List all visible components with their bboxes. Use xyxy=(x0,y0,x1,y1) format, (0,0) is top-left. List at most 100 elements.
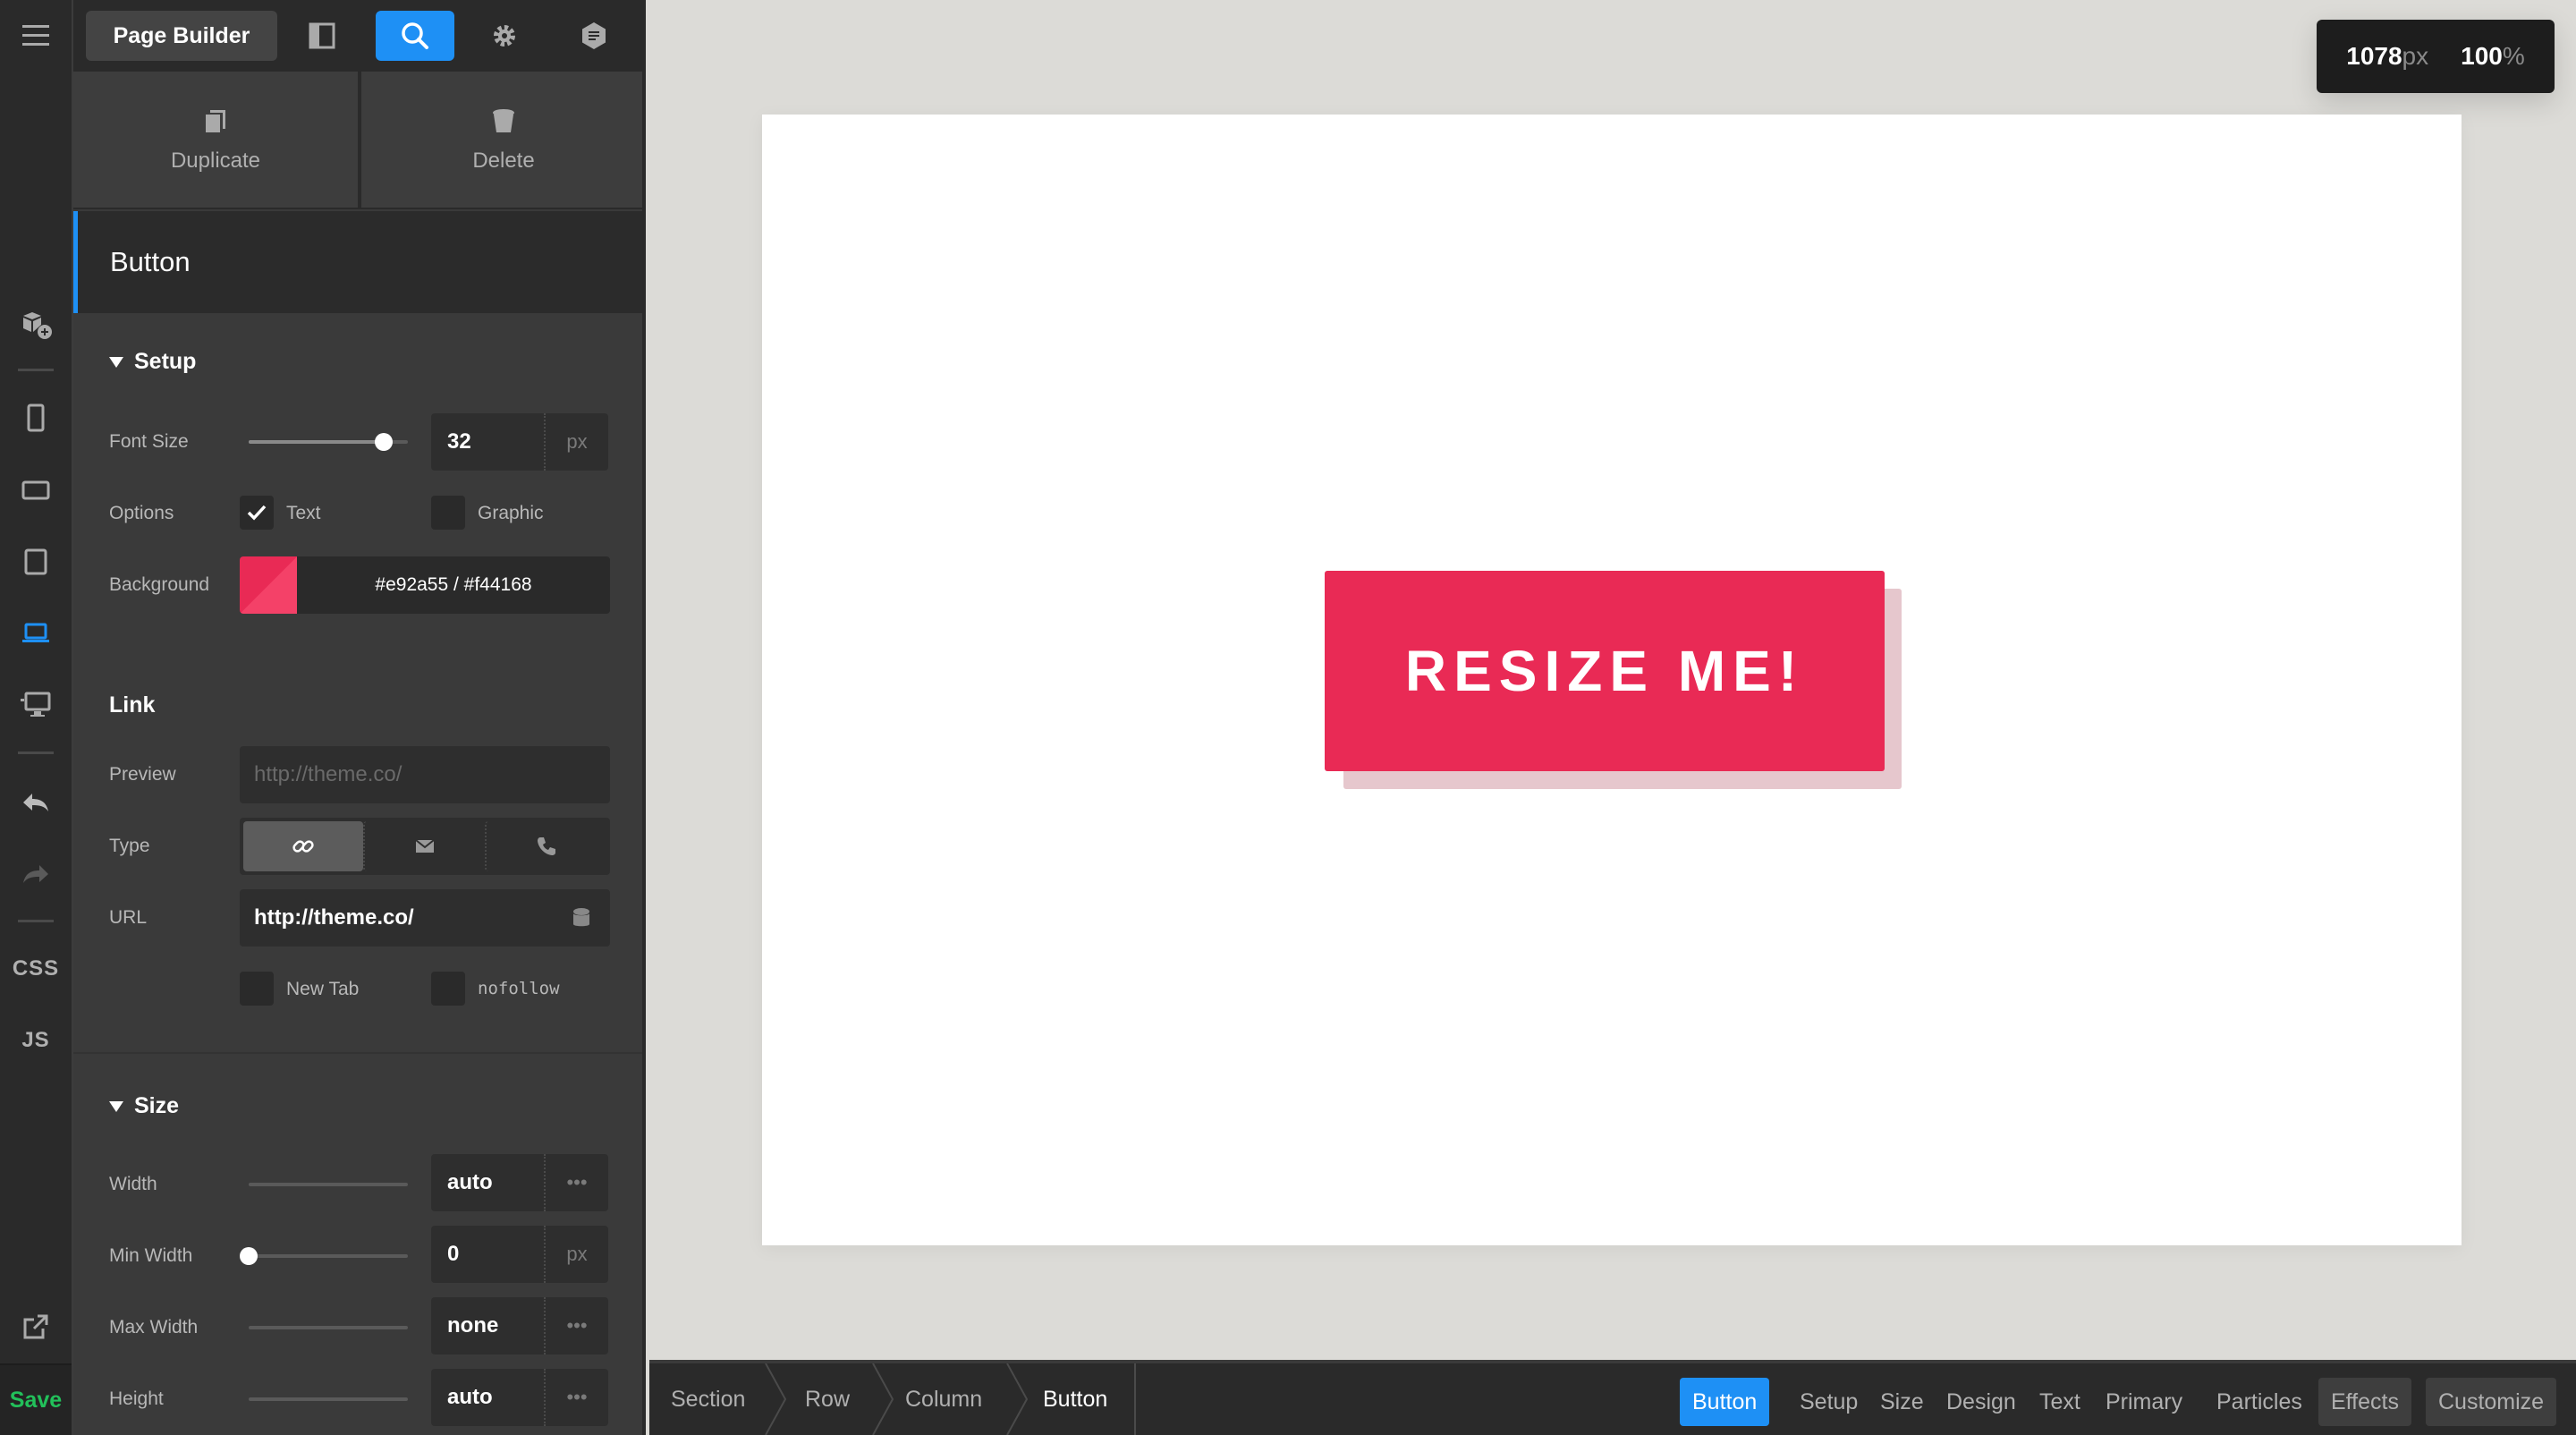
tab-design[interactable]: Design xyxy=(1934,1378,2029,1426)
breadcrumb-column[interactable]: Column xyxy=(905,1363,982,1435)
tab-size[interactable]: Size xyxy=(1868,1378,1936,1426)
max-width-more-button[interactable]: ••• xyxy=(544,1297,608,1354)
setup-section-toggle[interactable]: Setup xyxy=(109,349,196,375)
bottom-bar: Section Row Column Button Button Setup S… xyxy=(649,1360,2576,1435)
rail-divider xyxy=(18,751,54,754)
type-label: Type xyxy=(109,836,150,856)
element-title: Button xyxy=(73,211,642,313)
setup-heading: Setup xyxy=(134,349,197,374)
duplicate-label: Duplicate xyxy=(170,149,261,173)
breadcrumb-separator xyxy=(762,1363,789,1435)
viewport-width-value: 1078 xyxy=(2346,42,2402,70)
background-swatch[interactable] xyxy=(240,556,297,614)
size-section-toggle[interactable]: Size xyxy=(109,1093,179,1119)
tab-text[interactable]: Text xyxy=(2027,1378,2093,1426)
url-input[interactable]: http://theme.co/ xyxy=(240,889,610,947)
option-text-checkbox[interactable] xyxy=(240,496,274,530)
nofollow-label: nofollow xyxy=(478,979,560,998)
undo-icon[interactable] xyxy=(0,771,72,834)
breadcrumb-end-divider xyxy=(1134,1363,1136,1435)
viewport-size-badge: 1078px 100% xyxy=(2317,20,2555,93)
preview-resize-button[interactable]: RESIZE ME! xyxy=(1325,571,1885,771)
database-icon[interactable] xyxy=(569,905,594,930)
tab-setup[interactable]: Setup xyxy=(1787,1378,1870,1426)
type-phone-option[interactable] xyxy=(485,821,606,871)
background-value: #e92a55 / #f44168 xyxy=(375,574,532,595)
type-link-option[interactable] xyxy=(243,821,363,871)
width-label: Width xyxy=(109,1174,157,1194)
breadcrumb-section[interactable]: Section xyxy=(671,1363,745,1435)
page-builder-button[interactable]: Page Builder xyxy=(86,11,277,61)
max-width-slider[interactable] xyxy=(249,1326,408,1329)
redo-icon[interactable] xyxy=(0,843,72,905)
add-element-icon[interactable] xyxy=(0,292,72,354)
options-label: Options xyxy=(109,503,174,523)
js-editor-button[interactable]: JS xyxy=(0,1009,72,1072)
trash-icon xyxy=(493,109,514,132)
min-width-label: Min Width xyxy=(109,1245,193,1266)
gear-icon[interactable] xyxy=(465,11,544,61)
css-editor-button[interactable]: CSS xyxy=(0,938,72,1000)
element-actions: Duplicate Delete xyxy=(73,72,642,209)
height-more-button[interactable]: ••• xyxy=(544,1369,608,1426)
zoom-unit: % xyxy=(2502,42,2525,70)
breadcrumb-button[interactable]: Button xyxy=(1043,1363,1107,1435)
height-input[interactable]: auto ••• xyxy=(431,1369,608,1426)
height-slider[interactable] xyxy=(249,1397,408,1401)
width-more-button[interactable]: ••• xyxy=(544,1154,608,1211)
js-label: JS xyxy=(21,1028,50,1052)
zoom-value: 100 xyxy=(2461,42,2503,70)
min-width-slider-thumb[interactable] xyxy=(240,1247,258,1265)
tab-primary[interactable]: Primary xyxy=(2093,1378,2195,1426)
font-size-unit[interactable]: px xyxy=(544,413,608,471)
font-size-slider-thumb[interactable] xyxy=(375,433,394,451)
new-tab-checkbox[interactable] xyxy=(240,972,274,1006)
phone-landscape-view-icon[interactable] xyxy=(0,458,72,521)
layout-icon[interactable] xyxy=(283,11,361,61)
laptop-view-icon[interactable] xyxy=(0,601,72,664)
type-email-option[interactable] xyxy=(363,821,485,871)
checkmark-icon xyxy=(247,505,267,521)
font-size-input[interactable]: 32 px xyxy=(431,413,608,471)
nofollow-checkbox[interactable] xyxy=(431,972,465,1006)
breadcrumb-separator xyxy=(869,1363,896,1435)
tablet-view-icon[interactable] xyxy=(0,530,72,592)
duplicate-button[interactable]: Duplicate xyxy=(73,72,358,208)
link-type-selector xyxy=(240,818,610,875)
preview-input[interactable]: http://theme.co/ xyxy=(240,746,610,803)
delete-button[interactable]: Delete xyxy=(358,72,642,208)
background-color-field[interactable]: #e92a55 / #f44168 xyxy=(240,556,610,614)
css-label: CSS xyxy=(12,956,60,981)
hexagon-doc-icon[interactable] xyxy=(555,11,633,61)
rail-divider xyxy=(18,369,54,371)
width-input[interactable]: auto ••• xyxy=(431,1154,608,1211)
viewport-width: 1078px xyxy=(2346,42,2428,71)
link-icon xyxy=(292,840,314,853)
inspector-search-icon[interactable] xyxy=(376,11,454,61)
min-width-unit[interactable]: px xyxy=(544,1226,608,1283)
tab-button[interactable]: Button xyxy=(1680,1378,1770,1426)
save-button[interactable]: Save xyxy=(0,1363,72,1435)
min-width-slider[interactable] xyxy=(249,1254,408,1258)
max-width-input[interactable]: none ••• xyxy=(431,1297,608,1354)
breadcrumb-row[interactable]: Row xyxy=(805,1363,850,1435)
phone-view-icon[interactable] xyxy=(0,386,72,449)
inspector-panel: Page Builder Duplicate Delete Button Set… xyxy=(73,0,646,1435)
menu-icon[interactable] xyxy=(0,4,72,66)
min-width-input[interactable]: 0 px xyxy=(431,1226,608,1283)
tab-effects[interactable]: Effects xyxy=(2318,1378,2411,1426)
font-size-slider-fill xyxy=(249,440,385,444)
breadcrumb-separator xyxy=(1004,1363,1030,1435)
width-slider[interactable] xyxy=(249,1183,408,1186)
rail-divider xyxy=(18,920,54,922)
tab-particles[interactable]: Particles xyxy=(2204,1378,2315,1426)
external-link-icon[interactable] xyxy=(0,1295,72,1358)
desktop-view-icon[interactable] xyxy=(0,673,72,735)
tab-customize[interactable]: Customize xyxy=(2426,1378,2557,1426)
duplicate-icon xyxy=(206,110,225,132)
section-divider xyxy=(73,1052,642,1054)
height-value: auto xyxy=(447,1385,493,1409)
option-graphic-checkbox[interactable] xyxy=(431,496,465,530)
viewport-width-unit: px xyxy=(2402,42,2429,70)
size-heading: Size xyxy=(134,1093,180,1118)
